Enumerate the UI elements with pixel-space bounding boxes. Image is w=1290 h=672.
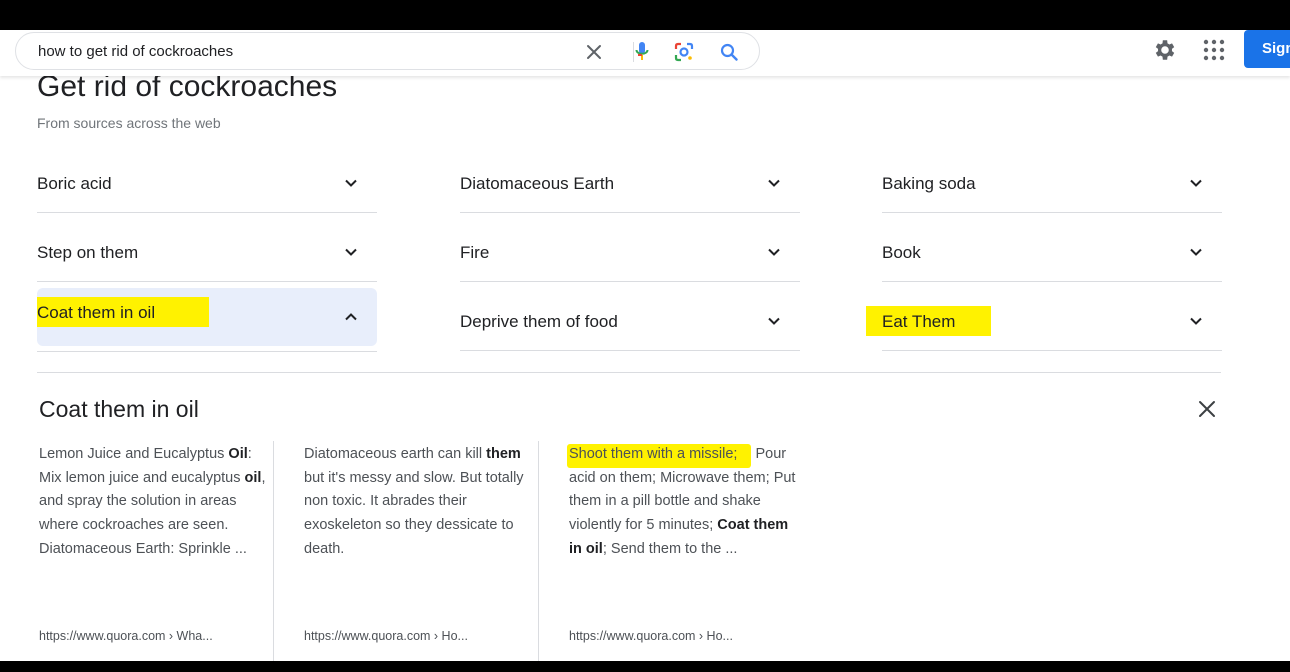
accordion-label: Deprive them of food bbox=[460, 312, 618, 331]
accordion-item-boric-acid[interactable]: Boric acid bbox=[37, 155, 377, 213]
apps-grid-icon[interactable] bbox=[1202, 38, 1226, 62]
accordion-label-wrap: Coat them in oil bbox=[37, 297, 210, 327]
source-url-link[interactable]: https://www.quora.com › Wha... bbox=[39, 629, 213, 643]
accordion-item-fire[interactable]: Fire bbox=[460, 224, 800, 282]
chevron-down-icon bbox=[768, 179, 780, 187]
search-box[interactable]: how to get rid of cockroaches bbox=[15, 32, 760, 70]
accordion-item-coat-them-in-oil[interactable]: Coat them in oil bbox=[37, 288, 377, 346]
chevron-down-icon bbox=[768, 317, 780, 325]
snippet-bold: them bbox=[486, 446, 521, 462]
microphone-icon[interactable] bbox=[631, 41, 653, 63]
source-snippet: Diatomaceous earth can kill them but it'… bbox=[304, 443, 540, 562]
accordion-item-diatomaceous-earth[interactable]: Diatomaceous Earth bbox=[460, 155, 800, 213]
accordion-label-wrap: Eat Them bbox=[866, 306, 992, 336]
accordion-label: Boric acid bbox=[37, 174, 112, 193]
window-bottom-bar bbox=[0, 661, 1290, 672]
chevron-down-icon bbox=[1190, 248, 1202, 256]
search-header: how to get rid of cockroaches Sign bbox=[0, 30, 1290, 76]
chevron-up-icon bbox=[345, 313, 357, 321]
snippet-bold: oil bbox=[244, 469, 262, 486]
section-divider bbox=[37, 372, 1221, 373]
gear-icon[interactable] bbox=[1152, 37, 1178, 63]
accordion-label: Coat them in oil bbox=[37, 297, 210, 327]
google-lens-icon[interactable] bbox=[673, 41, 695, 63]
accordion-item-book[interactable]: Book bbox=[882, 224, 1222, 282]
snippet-text: Lemon Juice and Eucalyptus bbox=[39, 446, 229, 462]
chevron-down-icon bbox=[1190, 317, 1202, 325]
accordion-label: Eat Them bbox=[866, 306, 992, 336]
panel-title: Coat them in oil bbox=[39, 396, 199, 422]
snippet-text: but it's messy and slow. But totally non… bbox=[304, 469, 524, 557]
column-divider bbox=[273, 441, 274, 661]
source-url-link[interactable]: https://www.quora.com › Ho... bbox=[569, 629, 733, 643]
snippet-text: Diatomaceous earth can kill bbox=[304, 446, 487, 462]
accordion-item-baking-soda[interactable]: Baking soda bbox=[882, 155, 1222, 213]
accordion-label: Diatomaceous Earth bbox=[460, 174, 615, 193]
accordion-label: Book bbox=[882, 243, 921, 262]
column-divider bbox=[538, 441, 539, 661]
window-top-bar bbox=[0, 0, 1290, 30]
chevron-down-icon bbox=[345, 248, 357, 256]
search-icon[interactable] bbox=[718, 41, 740, 63]
accordion-label: Fire bbox=[460, 243, 490, 262]
chevron-down-icon bbox=[1190, 179, 1202, 187]
source-snippet: Shoot them with a missile; Pour acid on … bbox=[567, 443, 805, 562]
accordion-divider bbox=[37, 351, 377, 352]
chevron-down-icon bbox=[768, 248, 780, 256]
source-url-link[interactable]: https://www.quora.com › Ho... bbox=[304, 629, 468, 643]
accordion-label: Baking soda bbox=[882, 174, 976, 193]
accordion-item-eat-them[interactable]: Eat Them bbox=[866, 293, 1222, 351]
snippet-text: ; Send them to the ... bbox=[602, 540, 738, 557]
search-input[interactable]: how to get rid of cockroaches bbox=[38, 43, 233, 60]
source-snippet: Lemon Juice and Eucalyptus Oil: Mix lemo… bbox=[39, 443, 275, 562]
close-icon[interactable] bbox=[1196, 398, 1218, 420]
chevron-down-icon bbox=[345, 179, 357, 187]
sign-in-button[interactable]: Sign bbox=[1244, 30, 1290, 68]
page-subtitle: From sources across the web bbox=[37, 115, 221, 131]
snippet-highlighted-text: Shoot them with a missile; bbox=[567, 444, 752, 468]
accordion-label: Step on them bbox=[37, 243, 139, 262]
close-icon[interactable] bbox=[583, 41, 605, 63]
snippet-bold: Oil bbox=[228, 446, 248, 462]
accordion-item-deprive-them-of-food[interactable]: Deprive them of food bbox=[460, 293, 800, 351]
accordion-item-step-on-them[interactable]: Step on them bbox=[37, 224, 377, 282]
